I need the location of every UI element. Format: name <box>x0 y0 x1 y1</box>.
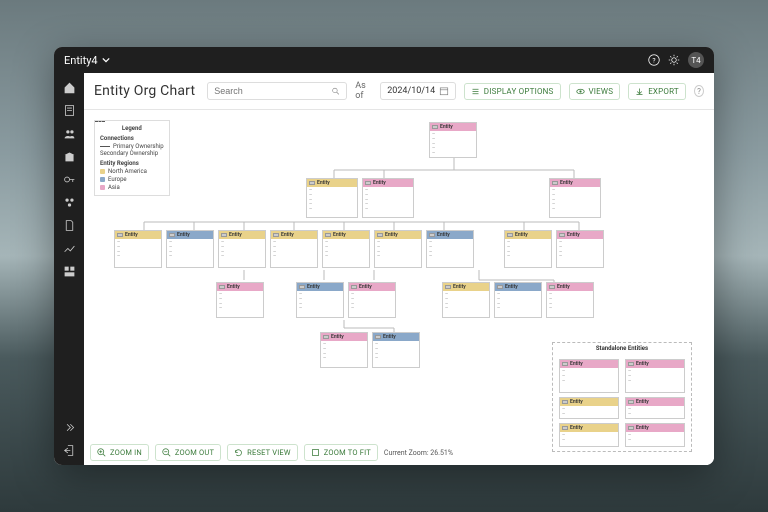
views-button[interactable]: VIEWS <box>569 83 621 100</box>
expand-icon[interactable] <box>63 421 76 434</box>
chart-node[interactable]: Entity—— <box>559 423 619 447</box>
minus-icon <box>162 448 171 457</box>
gear-icon[interactable] <box>668 54 680 66</box>
chart-node[interactable]: Entity———— <box>270 230 318 268</box>
main: Entity Org Chart As of 2024/10/14 DISPLA… <box>84 73 714 465</box>
chart-node[interactable]: Entity———— <box>504 230 552 268</box>
chart-node[interactable]: Entity——— <box>559 359 619 393</box>
chart-node[interactable]: Entity—— <box>625 397 685 419</box>
date-input[interactable]: 2024/10/14 <box>380 82 456 100</box>
chart-node[interactable]: Entity—— <box>625 423 685 447</box>
standalone-title: Standalone Entities <box>553 343 691 354</box>
page-title: Entity Org Chart <box>94 83 195 99</box>
chart-node[interactable]: Entity———— <box>114 230 162 268</box>
date-value: 2024/10/14 <box>387 86 439 96</box>
chart-node[interactable]: Entity———— <box>348 282 396 318</box>
chart-node[interactable]: Entity———— <box>426 230 474 268</box>
document-icon[interactable] <box>63 219 76 232</box>
display-options-button[interactable]: DISPLAY OPTIONS <box>464 83 561 100</box>
search-input[interactable] <box>207 82 347 100</box>
chart-node[interactable]: Entity————— <box>429 122 477 158</box>
app-window: Entity4 ? T4 Entity <box>54 47 714 465</box>
chart-node[interactable]: Entity——— <box>625 359 685 393</box>
chart-node[interactable]: Entity———— <box>218 230 266 268</box>
calendar-icon <box>439 86 449 96</box>
search-field[interactable] <box>214 86 331 96</box>
fit-icon <box>311 448 320 457</box>
chart-node[interactable]: Entity———— <box>166 230 214 268</box>
refresh-icon <box>234 448 243 457</box>
zoom-controls: ZOOM IN ZOOM OUT RESET VIEW ZOOM TO FIT … <box>90 444 453 461</box>
users-icon[interactable] <box>63 127 76 140</box>
chart-icon[interactable] <box>63 242 76 255</box>
titlebar: Entity4 ? T4 <box>54 47 714 73</box>
chart-node[interactable]: Entity———— <box>494 282 542 318</box>
sidebar <box>54 73 84 465</box>
file-icon[interactable] <box>63 104 76 117</box>
zoom-in-button[interactable]: ZOOM IN <box>90 444 149 461</box>
zoom-to-fit-button[interactable]: ZOOM TO FIT <box>304 444 378 461</box>
chart-canvas[interactable]: Legend Connections Primary Ownership Sec… <box>84 110 714 465</box>
chart-node[interactable]: Entity———— <box>372 332 420 368</box>
help-button[interactable]: ? <box>694 85 704 97</box>
chart-node[interactable]: Entity———— <box>374 230 422 268</box>
user-avatar[interactable]: T4 <box>688 52 704 68</box>
chart-node[interactable]: Entity———— <box>216 282 264 318</box>
chart-node[interactable]: Entity———— <box>320 332 368 368</box>
toolbar: Entity Org Chart As of 2024/10/14 DISPLA… <box>84 73 714 110</box>
download-icon <box>635 87 644 96</box>
sliders-icon <box>471 87 480 96</box>
zoom-level: Current Zoom: 26.51% <box>384 449 453 457</box>
chart-node[interactable]: Entity————— <box>362 178 414 218</box>
plus-icon <box>97 448 106 457</box>
chart-node[interactable]: Entity———— <box>556 230 604 268</box>
legend: Legend Connections Primary Ownership Sec… <box>94 120 170 196</box>
group-icon[interactable] <box>63 196 76 209</box>
chevron-down-icon <box>102 56 110 64</box>
asof-label: As of <box>355 81 372 101</box>
chart-node[interactable]: Entity————— <box>549 178 601 218</box>
zoom-out-button[interactable]: ZOOM OUT <box>155 444 221 461</box>
svg-text:?: ? <box>652 56 655 64</box>
key-icon[interactable] <box>63 173 76 186</box>
logout-icon[interactable] <box>63 444 76 457</box>
eye-icon <box>576 87 585 96</box>
chart-node[interactable]: Entity————— <box>306 178 358 218</box>
standalone-group: Standalone Entities Entity——— Entity——— … <box>552 342 692 452</box>
home-icon[interactable] <box>63 81 76 94</box>
reset-view-button[interactable]: RESET VIEW <box>227 444 298 461</box>
app-title[interactable]: Entity4 <box>64 54 110 67</box>
export-button[interactable]: EXPORT <box>628 83 686 100</box>
chart-node[interactable]: Entity———— <box>296 282 344 318</box>
app-title-text: Entity4 <box>64 54 98 67</box>
building-icon[interactable] <box>63 150 76 163</box>
chart-node[interactable]: Entity———— <box>322 230 370 268</box>
help-icon[interactable]: ? <box>648 54 660 66</box>
chart-node[interactable]: Entity—— <box>559 397 619 419</box>
chart-node[interactable]: Entity———— <box>442 282 490 318</box>
dashboard-icon[interactable] <box>63 265 76 278</box>
search-icon <box>331 86 340 96</box>
chart-node[interactable]: Entity———— <box>546 282 594 318</box>
